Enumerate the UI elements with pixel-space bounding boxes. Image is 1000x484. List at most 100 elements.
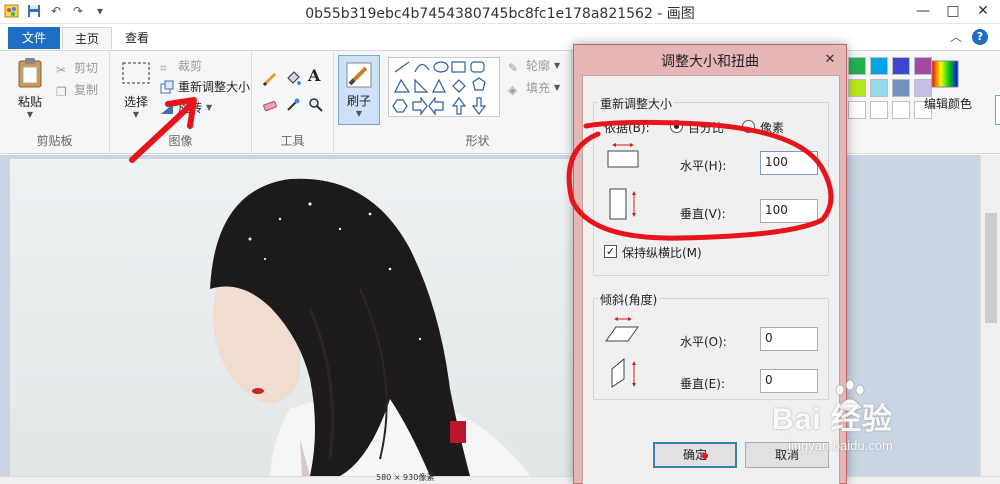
color-swatch[interactable] [892,79,910,97]
copy-icon: ❐ [56,85,67,99]
color-picker-tool[interactable] [285,95,300,113]
eyedropper-icon [285,97,300,111]
brushes-dropdown-icon[interactable]: ▼ [339,109,379,118]
color-swatch[interactable] [848,79,866,97]
copy-button[interactable]: ❐ 复制 [56,81,98,99]
brushes-label: 刷子 [346,94,371,108]
outline-dropdown-icon[interactable]: ▼ [554,57,560,75]
brush-group: 刷子 ▼ [334,51,384,153]
close-button[interactable]: ✕ [968,0,998,22]
paste-dropdown-icon[interactable]: ▼ [8,110,52,119]
resize-legend: 重新调整大小 [598,95,675,112]
fill-button[interactable]: ◈ 填充 ▼ [508,79,560,97]
pixels-label[interactable]: 像素 [760,119,784,136]
cut-label: 剪切 [74,61,99,75]
shapes-group-label: 形状 [465,134,490,148]
ribbon-tabs: 文件 主页 查看 ︿ ? [0,24,1000,50]
crop-label: 裁剪 [178,59,203,73]
fill-tool[interactable] [285,69,301,87]
outline-icon: ✎ [508,61,519,75]
resize-horizontal-input[interactable]: 100 [760,151,818,175]
resize-button[interactable]: 重新调整大小 [160,78,250,96]
color-swatch[interactable] [892,101,910,119]
vertical-scrollbar-thumb[interactable] [985,213,997,323]
skew-horizontal-input[interactable]: 0 [760,327,818,351]
edit-colors-label[interactable]: 编辑颜色 [924,95,972,112]
clipboard-group-label: 剪贴板 [36,134,73,148]
tab-home[interactable]: 主页 [62,27,113,49]
skew-horizontal-label: 水平(O): [680,335,727,349]
clipboard-icon [14,57,46,89]
tab-view[interactable]: 查看 [113,27,161,49]
select-dropdown-icon[interactable]: ▼ [114,110,158,119]
cut-button[interactable]: ✂ 剪切 [56,59,98,77]
color-swatch[interactable] [870,79,888,97]
tools-group-label: 工具 [280,134,305,148]
text-a-icon: A [308,66,321,85]
shapes-group: ✎ 轮廓 ▼ ◈ 填充 ▼ 形状 [384,51,572,153]
edit-colors-icon[interactable] [930,59,960,89]
paint3d-button[interactable] [995,95,1000,125]
magnifier-tool[interactable] [308,95,323,113]
paintbrush-icon [344,60,374,90]
eraser-tool[interactable] [262,95,277,113]
image-group: 选择 ▼ ⌗ 裁剪 重新调整大小 旋转 ▼ 图像 [110,51,252,153]
pencil-icon [262,71,277,87]
ribbon: 粘贴 ▼ ✂ 剪切 ❐ 复制 剪贴板 选择 ▼ ⌗ 裁剪 重新调整大小 旋转 ▼… [0,50,1000,154]
collapse-ribbon-icon[interactable]: ︿ [950,28,962,45]
text-tool[interactable]: A [308,67,320,85]
color-swatch[interactable] [848,101,866,119]
paint-bucket-icon [285,71,301,85]
minimize-button[interactable]: — [908,0,938,22]
color-swatch[interactable] [848,57,866,75]
rotate-icon [160,101,174,115]
magnifier-icon [308,97,323,112]
dialog-close-button[interactable]: ✕ [820,51,840,69]
clipboard-group: 粘贴 ▼ ✂ 剪切 ❐ 复制 剪贴板 [0,51,110,153]
paste-button[interactable]: 粘贴 ▼ [8,57,52,119]
skew-vertical-icon [608,357,642,391]
select-label: 选择 [123,95,148,109]
percent-label[interactable]: 百分比 [688,119,724,136]
scissors-icon: ✂ [56,63,67,77]
keep-ratio-checkbox[interactable]: ✓ [604,245,617,258]
resize-vertical-input[interactable]: 100 [760,199,818,223]
resize-horizontal-label: 水平(H): [680,159,727,173]
tab-file[interactable]: 文件 [8,27,60,49]
copy-label: 复制 [74,83,99,97]
tools-group: A 工具 [252,51,334,153]
select-button[interactable]: 选择 ▼ [114,57,158,119]
fill-icon: ◈ [508,83,518,97]
crop-icon: ⌗ [160,61,167,75]
brushes-button[interactable]: 刷子 ▼ [338,55,380,125]
crop-button[interactable]: ⌗ 裁剪 [160,57,202,75]
keep-ratio-label[interactable]: 保持纵横比(M) [622,244,702,261]
photo-woman-icon [10,159,575,476]
shapes-gallery[interactable] [388,57,500,117]
rotate-dropdown-icon[interactable]: ▼ [206,99,212,117]
maximize-button[interactable]: □ [938,0,968,22]
window-title: 0b55b319ebc4b7454380745bc8fc1e178a821562… [305,6,695,22]
color-swatch[interactable] [892,57,910,75]
rotate-label: 旋转 [178,101,203,115]
image-dimensions: 580 × 930像素 [376,473,435,482]
percent-radio[interactable] [670,120,683,133]
color-swatch[interactable] [870,101,888,119]
help-icon[interactable]: ? [972,29,988,45]
fill-label: 填充 [526,81,551,95]
outline-button[interactable]: ✎ 轮廓 ▼ [508,57,560,75]
shapes-gallery-icons [392,61,487,116]
resize-fieldset: 重新调整大小 依据(B): 百分比 像素 水平(H): 100 垂直(V): 1… [593,95,829,276]
skew-horizontal-icon [604,315,640,345]
ok-button[interactable]: 确定 [653,442,737,468]
by-label: 依据(B): [604,121,650,135]
outline-label: 轮廓 [526,59,551,73]
pixels-radio[interactable] [742,120,755,133]
pencil-tool[interactable] [262,69,277,87]
canvas-image[interactable] [10,159,575,476]
rotate-button[interactable]: 旋转 ▼ [160,99,212,117]
resize-vertical-label: 垂直(V): [680,207,726,221]
fill-dropdown-icon[interactable]: ▼ [554,79,560,97]
baidu-brand-text: Bai 经验 [772,403,894,436]
color-swatch[interactable] [870,57,888,75]
